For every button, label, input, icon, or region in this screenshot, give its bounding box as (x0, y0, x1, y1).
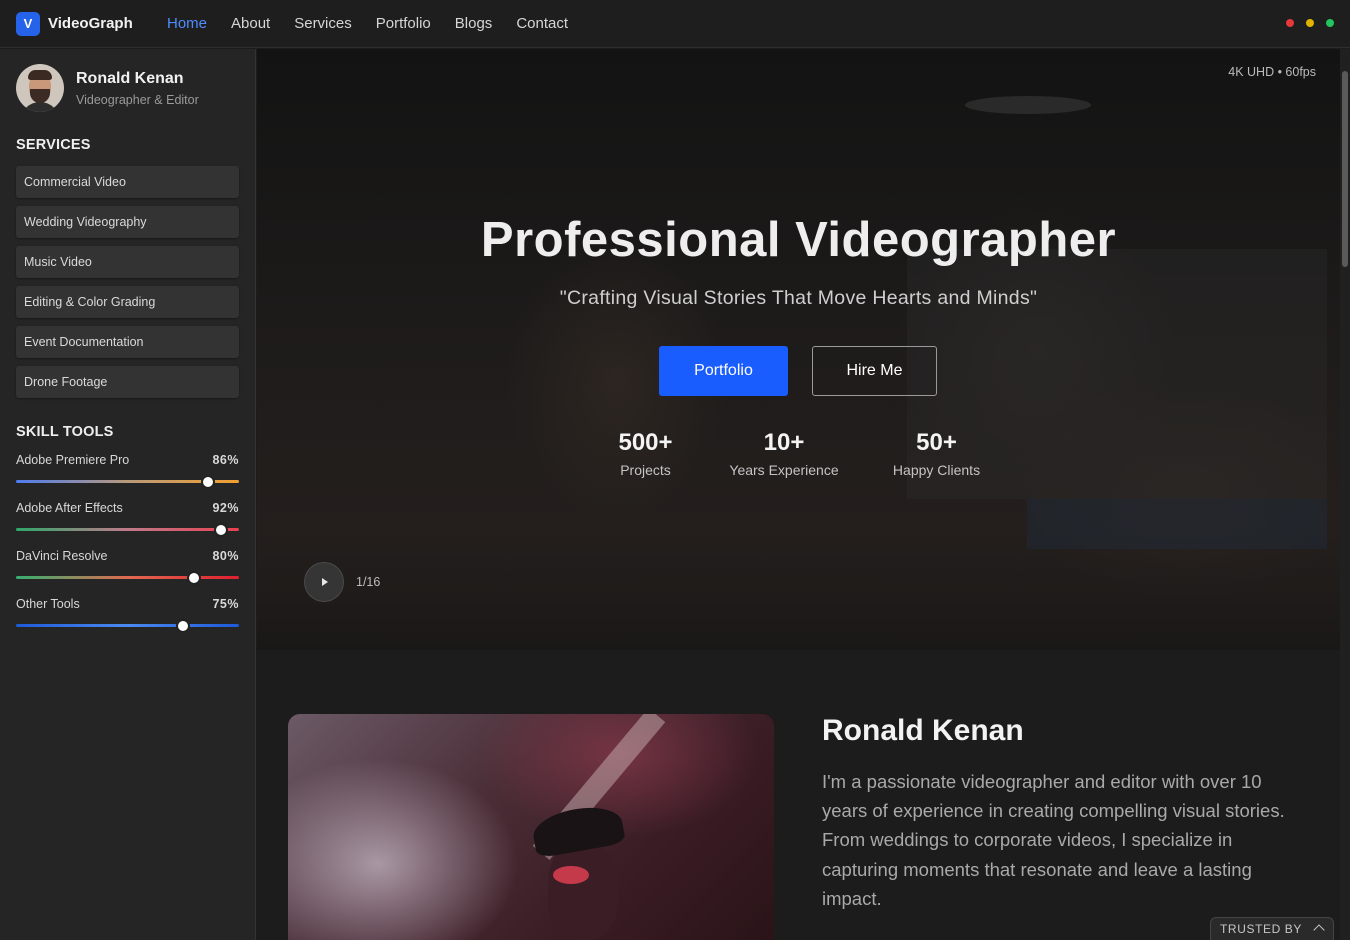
skill-name: Adobe After Effects (16, 501, 123, 515)
skill-premiere: Adobe Premiere Pro 86% (16, 453, 239, 489)
skill-name: DaVinci Resolve (16, 549, 108, 563)
slide-counter: 1/16 (356, 575, 381, 589)
hero-title: Professional Videographer (480, 213, 1117, 267)
slider-thumb[interactable] (187, 571, 202, 585)
main-nav: Home About Services Portfolio Blogs Cont… (167, 15, 592, 32)
nav-portfolio[interactable]: Portfolio (376, 15, 431, 32)
skill-percent: 75% (212, 597, 239, 611)
slider-thumb[interactable] (200, 475, 215, 489)
service-music-video[interactable]: Music Video (16, 246, 239, 278)
skill-name: Other Tools (16, 597, 80, 611)
skill-davinci: DaVinci Resolve 80% (16, 549, 239, 585)
about-photo (288, 714, 774, 940)
skill-slider[interactable] (16, 571, 239, 585)
green-dot (1326, 19, 1334, 27)
skill-percent: 86% (212, 453, 239, 467)
nav-home[interactable]: Home (167, 15, 207, 32)
hero-section: 4K UHD • 60fps Professional Videographer… (257, 49, 1340, 650)
slider-track (16, 624, 239, 627)
service-drone-footage[interactable]: Drone Footage (16, 366, 239, 398)
skill-name: Adobe Premiere Pro (16, 453, 130, 467)
play-button[interactable] (304, 562, 344, 602)
red-dot (1286, 19, 1294, 27)
service-commercial-video[interactable]: Commercial Video (16, 166, 239, 198)
stat-happy-clients: 50+ Happy Clients (879, 429, 994, 478)
service-editing-color-grading[interactable]: Editing & Color Grading (16, 286, 239, 318)
portfolio-button[interactable]: Portfolio (659, 346, 788, 396)
skill-after-effects: Adobe After Effects 92% (16, 501, 239, 537)
brand-logo: V (16, 11, 40, 36)
stat-years-experience: 10+ Years Experience (715, 429, 853, 478)
video-quality-badge: 4K UHD • 60fps (1228, 65, 1316, 79)
about-text: I'm a passionate videographer and editor… (822, 771, 1285, 909)
stat-label: Happy Clients (892, 462, 981, 478)
page-scrollbar[interactable] (1340, 49, 1350, 940)
skill-percent: 80% (212, 549, 239, 563)
window-dots (1274, 19, 1334, 27)
hero-subtitle: "Crafting Visual Stories That Move Heart… (559, 287, 1038, 309)
hire-me-button[interactable]: Hire Me (812, 346, 937, 396)
service-wedding-videography[interactable]: Wedding Videography (16, 206, 239, 238)
about-name: Ronald Kenan (822, 714, 1024, 747)
trusted-by-toggle[interactable]: TRUSTED BY (1210, 917, 1334, 940)
avatar (16, 64, 64, 112)
skill-percent: 92% (212, 501, 239, 515)
brand-name: VideoGraph (48, 15, 133, 32)
chevron-up-icon (1313, 924, 1325, 936)
stat-value: 500+ (618, 429, 673, 456)
brand[interactable]: V VideoGraph (16, 11, 166, 36)
scrollbar-thumb[interactable] (1342, 71, 1348, 267)
skill-other-tools: Other Tools 75% (16, 597, 239, 633)
skill-slider[interactable] (16, 619, 239, 633)
nav-blogs[interactable]: Blogs (455, 15, 493, 32)
skill-slider[interactable] (16, 523, 239, 537)
nav-services[interactable]: Services (294, 15, 352, 32)
trusted-by-label: TRUSTED BY (1220, 922, 1303, 936)
services-list: Commercial Video Wedding Videography Mus… (16, 166, 239, 398)
nav-about[interactable]: About (231, 15, 270, 32)
stat-label: Years Experience (729, 462, 839, 478)
stat-projects: 500+ Projects (593, 429, 698, 478)
stat-label: Projects (620, 462, 671, 478)
slider-track (16, 576, 239, 579)
profile-card: Ronald Kenan Videographer & Editor (0, 49, 255, 112)
nav-contact[interactable]: Contact (516, 15, 568, 32)
background-scene (965, 96, 1091, 114)
play-icon (322, 578, 328, 586)
profile-name: Ronald Kenan (76, 69, 184, 87)
stat-value: 10+ (763, 429, 805, 456)
slider-thumb[interactable] (176, 619, 191, 633)
skill-slider[interactable] (16, 475, 239, 489)
profile-role: Videographer & Editor (76, 92, 199, 107)
slider-track (16, 528, 239, 531)
stat-value: 50+ (916, 429, 957, 456)
top-navbar: V VideoGraph Home About Services Portfol… (0, 0, 1350, 48)
service-event-documentation[interactable]: Event Documentation (16, 326, 239, 358)
skills-heading: SKILL TOOLS (16, 424, 114, 440)
yellow-dot (1306, 19, 1314, 27)
sidebar: Ronald Kenan Videographer & Editor SERVI… (0, 49, 256, 940)
services-heading: SERVICES (16, 137, 91, 153)
slider-thumb[interactable] (214, 523, 229, 537)
